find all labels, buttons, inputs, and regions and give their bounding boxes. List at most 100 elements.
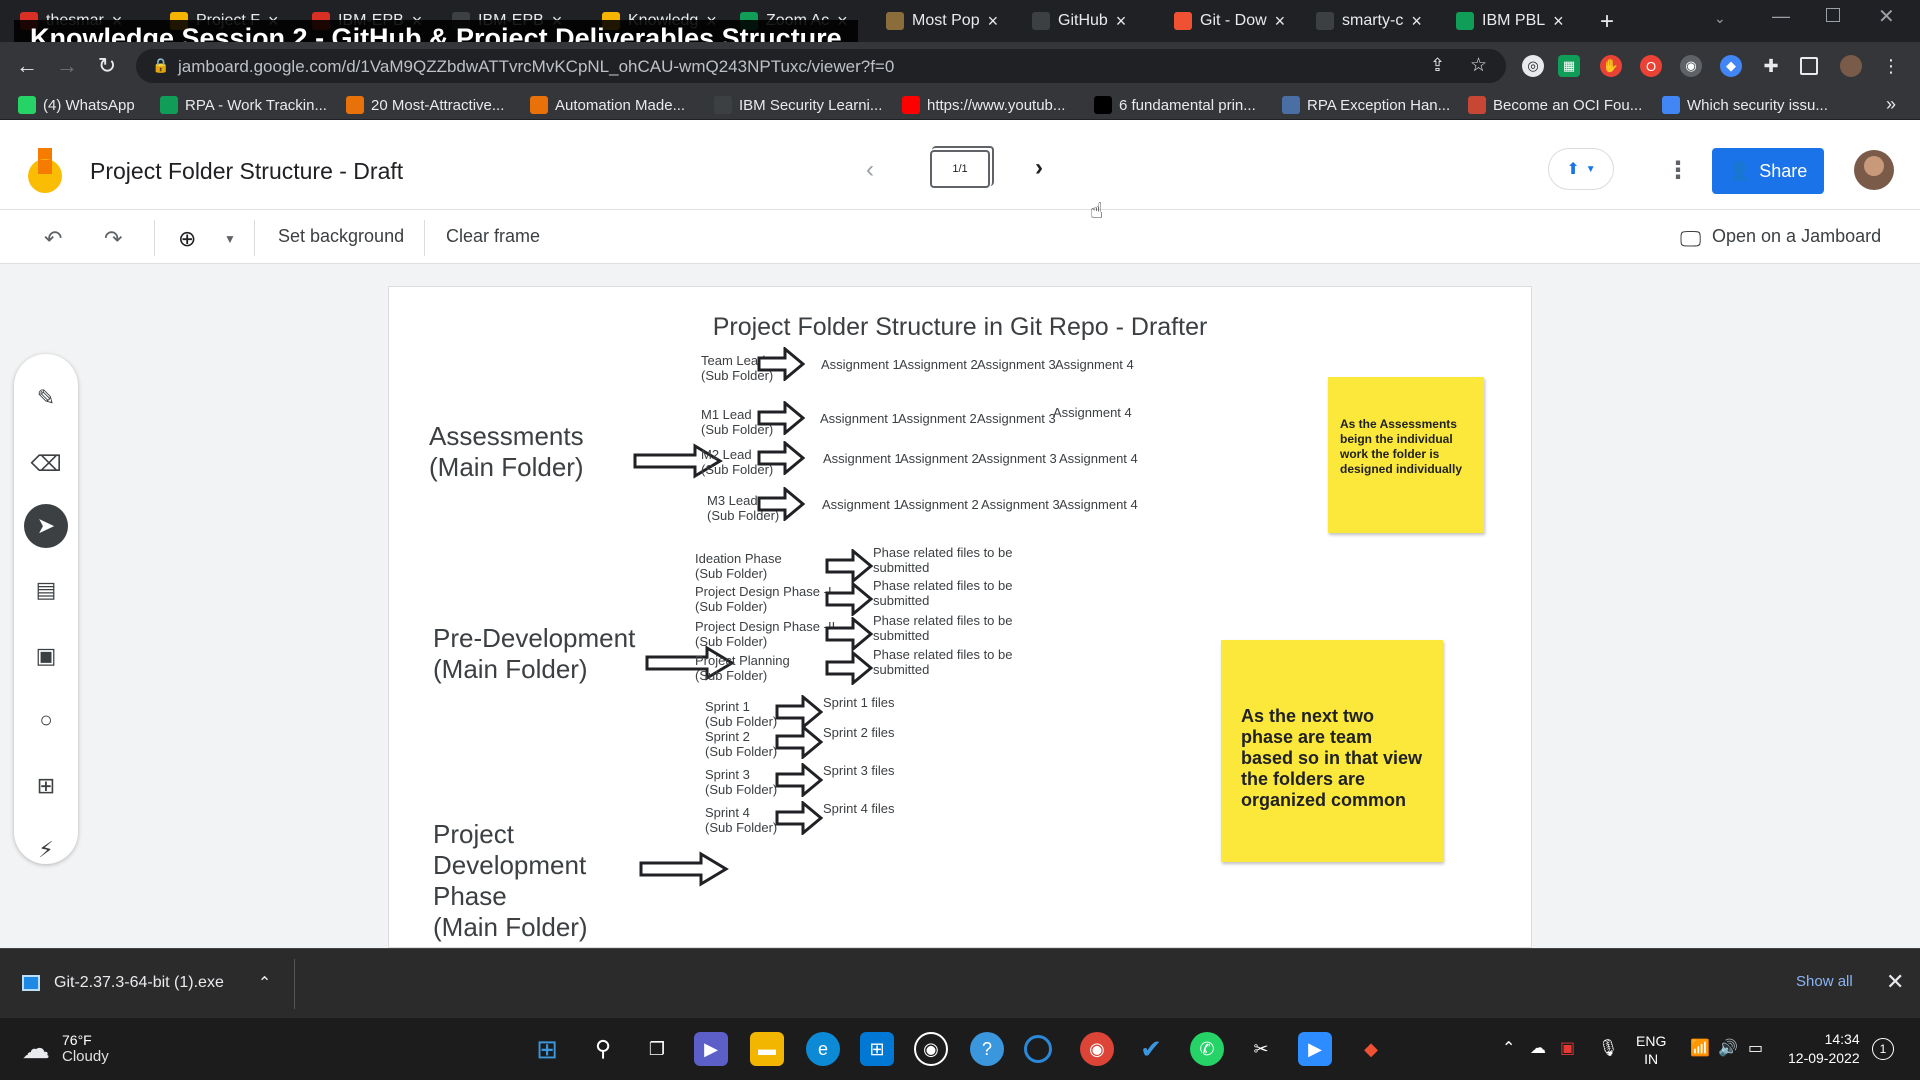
search-icon[interactable]: ⚲ [586,1032,620,1066]
bookmark-item[interactable]: https://www.youtub... [902,94,1065,116]
side-panel-icon[interactable] [1800,57,1818,75]
account-avatar[interactable] [1854,150,1894,190]
notification-badge[interactable]: 1 [1872,1038,1894,1060]
extension-colors-icon[interactable]: ◆ [1720,55,1742,77]
text-box-icon[interactable]: ⊞ [24,764,68,808]
extension-beta-icon[interactable]: ▦ [1558,55,1580,77]
tray-app-icon[interactable]: ▣ [1560,1038,1575,1058]
laser-icon[interactable]: ⚡ [24,828,68,872]
zoom-icon[interactable]: ⊕ [178,226,196,252]
circle-shape-icon[interactable]: ○ [24,698,68,742]
cortana-icon[interactable] [1024,1035,1052,1063]
redo-icon[interactable]: ↷ [104,226,122,252]
cast-to-jamboard-icon[interactable]: 🖵 [1680,226,1701,252]
forward-icon[interactable]: → [54,53,80,79]
select-pointer-icon[interactable]: ➤ [24,504,68,548]
bookmark-item[interactable]: 6 fundamental prin... [1094,94,1256,116]
new-tab-button[interactable]: + [1600,8,1614,36]
close-tab-icon[interactable]: × [988,11,999,32]
bookmark-item[interactable]: (4) WhatsApp [18,94,135,116]
document-title[interactable]: Project Folder Structure - Draft [90,158,403,185]
url-text[interactable]: jamboard.google.com/d/1VaM9QZZbdwATTvrcM… [178,57,894,77]
extension-red-icon[interactable]: ✋ [1600,55,1622,77]
jamboard-canvas[interactable]: Project Folder Structure in Git Repo - D… [388,286,1532,948]
previous-frame-icon[interactable]: ‹ [866,156,874,184]
predev-sticky-note[interactable]: As the next two phase are team based so … [1221,640,1443,862]
open-on-jamboard-button[interactable]: Open on a Jamboard [1712,226,1881,247]
teams-chat-icon[interactable]: ▶ [694,1032,728,1066]
chrome-icon[interactable]: ◉ [1080,1032,1114,1066]
share-page-icon[interactable]: ⇪ [1430,55,1445,76]
microphone-icon[interactable]: 🎙 [1598,1038,1618,1058]
whatsapp-icon[interactable]: ✆ [1190,1032,1224,1066]
jamboard-logo-icon[interactable] [28,148,62,194]
bookmark-item[interactable]: IBM Security Learni... [714,94,882,116]
close-tab-icon[interactable]: × [1116,11,1127,32]
bookmark-item[interactable]: RPA Exception Han... [1282,94,1450,116]
lock-icon[interactable]: 🔒 [152,57,169,74]
extension-o-icon[interactable]: O [1640,55,1662,77]
onedrive-icon[interactable]: ☁ [1530,1038,1546,1058]
app-circle-icon[interactable]: ◉ [914,1032,948,1066]
extension-fingerprint-icon[interactable]: ◉ [1680,55,1702,77]
browser-tab[interactable]: smarty-c × [1306,6,1432,36]
tab-search-icon[interactable]: ⌄ [1714,10,1726,27]
more-bookmarks-icon[interactable]: » [1886,94,1896,115]
download-item[interactable]: Git-2.37.3-64-bit (1).exe ⌃ [22,973,271,993]
show-hidden-icons-icon[interactable]: ⌃ [1502,1038,1515,1058]
language-indicator[interactable]: ENG IN [1636,1032,1666,1068]
file-explorer-icon[interactable]: ▬ [750,1032,784,1066]
volume-icon[interactable]: 🔊 [1718,1038,1738,1058]
extension-grammarly-icon[interactable]: ◎ [1522,55,1544,77]
git-icon[interactable]: ◆ [1354,1032,1388,1066]
browser-tab[interactable]: GitHub × [1022,6,1136,36]
set-background-button[interactable]: Set background [278,226,404,247]
undo-icon[interactable]: ↶ [44,226,62,252]
frame-indicator[interactable]: 1/1 [930,146,994,188]
bookmark-item[interactable]: RPA - Work Trackin... [160,94,327,116]
eraser-icon[interactable]: ⌫ [24,442,68,486]
clear-frame-button[interactable]: Clear frame [446,226,540,247]
extensions-puzzle-icon[interactable]: ✚ [1760,55,1782,77]
battery-icon[interactable]: ▭ [1748,1038,1763,1058]
minimize-button[interactable]: — [1772,6,1790,27]
close-window-button[interactable]: ✕ [1878,4,1895,29]
browser-tab[interactable]: IBM PBL × [1446,6,1574,36]
close-tab-icon[interactable]: × [1275,11,1286,32]
profile-avatar-icon[interactable] [1840,55,1862,77]
bookmark-item[interactable]: Automation Made... [530,94,685,116]
ms-store-icon[interactable]: ⊞ [860,1032,894,1066]
windows-start-icon[interactable]: ⊞ [530,1032,564,1066]
zoom-icon[interactable]: ▶ [1298,1032,1332,1066]
share-button[interactable]: 👤 Share [1712,148,1824,194]
close-download-bar-icon[interactable]: ✕ [1886,969,1904,995]
sticky-note-icon[interactable]: ▤ [24,568,68,612]
snipping-tool-icon[interactable]: ✂ [1244,1032,1278,1066]
assessments-sticky-note[interactable]: As the Assessments beign the individual … [1328,377,1484,533]
more-options-icon[interactable]: ⋮ [1666,156,1690,185]
zoom-dropdown-icon[interactable]: ▼ [224,232,236,246]
show-all-downloads-button[interactable]: Show all [1796,973,1853,990]
bookmark-star-icon[interactable]: ☆ [1470,54,1487,77]
help-icon[interactable]: ? [970,1032,1004,1066]
todo-icon[interactable]: ✔ [1134,1032,1168,1066]
pen-icon[interactable]: ✎ [24,376,68,420]
task-view-icon[interactable]: ❐ [640,1032,674,1066]
next-frame-icon[interactable]: › [1035,154,1043,182]
back-icon[interactable]: ← [14,53,40,79]
edge-icon[interactable]: e [806,1032,840,1066]
close-tab-icon[interactable]: × [1411,11,1422,32]
bookmark-item[interactable]: 20 Most-Attractive... [346,94,504,116]
chevron-up-icon[interactable]: ⌃ [258,973,271,993]
weather-widget[interactable]: ☁ 76°F Cloudy [22,1032,109,1065]
share-to-classroom-button[interactable]: ⬆ ▼ [1548,148,1614,190]
image-icon[interactable]: ▣ [24,634,68,678]
reload-icon[interactable]: ↻ [94,53,120,79]
wifi-icon[interactable]: 📶 [1690,1038,1710,1058]
browser-menu-icon[interactable]: ⋮ [1880,55,1902,77]
bookmark-item[interactable]: Become an OCI Fou... [1468,94,1642,116]
browser-tab[interactable]: Git - Dow × [1164,6,1295,36]
restore-button[interactable] [1826,8,1840,22]
system-clock[interactable]: 14:34 12-09-2022 [1788,1030,1860,1068]
address-bar[interactable]: 🔒 jamboard.google.com/d/1VaM9QZZbdwATTvr… [136,49,1506,83]
